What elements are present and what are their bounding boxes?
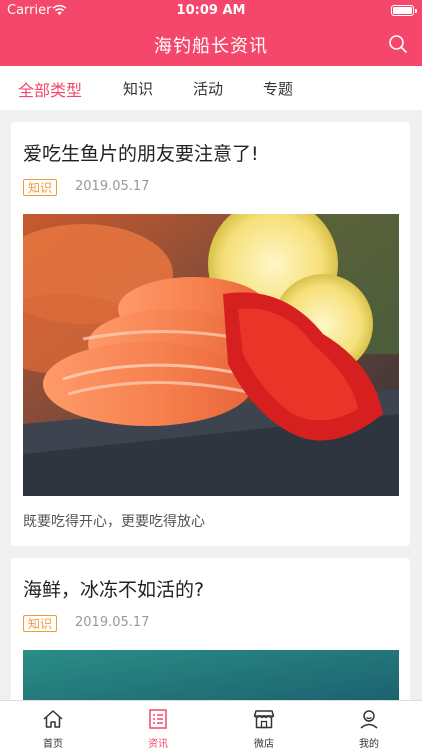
nav-home[interactable]: 首页 xyxy=(11,701,95,751)
tab-all-types[interactable]: 全部类型 xyxy=(18,77,82,101)
article-tag: 知识 xyxy=(23,179,58,196)
nav-shop-label: 微店 xyxy=(254,739,274,750)
nav-profile-label: 我的 xyxy=(359,739,379,750)
shop-icon xyxy=(253,710,275,729)
article-title[interactable]: 海鲜，冰冻不如活的? xyxy=(23,575,204,602)
home-icon xyxy=(43,710,63,728)
article-card[interactable]: 海鲜，冰冻不如活的? 知识 2019.05.17 xyxy=(11,558,410,718)
article-card[interactable]: 爱吃生鱼片的朋友要注意了! 知识 2019.05.17 既要吃得开心，更要吃得放… xyxy=(11,122,410,546)
article-title[interactable]: 爱吃生鱼片的朋友要注意了! xyxy=(23,139,259,166)
nav-shop[interactable]: 微店 xyxy=(222,701,306,751)
article-tag: 知识 xyxy=(23,615,58,632)
tab-knowledge[interactable]: 知识 xyxy=(123,78,153,99)
nav-news[interactable]: 资讯 xyxy=(116,701,200,751)
article-date: 2019.05.17 xyxy=(75,615,150,630)
category-tabs: 全部类型 知识 活动 专题 xyxy=(0,66,422,110)
search-icon[interactable] xyxy=(388,34,408,54)
article-date: 2019.05.17 xyxy=(75,179,150,194)
article-summary: 既要吃得开心，更要吃得放心 xyxy=(23,514,205,530)
status-time: 10:09 AM xyxy=(176,3,246,18)
nav-home-label: 首页 xyxy=(43,739,63,750)
page-title: 海钓船长资讯 xyxy=(154,36,268,57)
news-list-icon xyxy=(149,709,167,729)
profile-icon xyxy=(360,710,378,729)
top-bar: Carrier 10:09 AM 海钓船长资讯 xyxy=(0,0,422,66)
tab-events[interactable]: 活动 xyxy=(193,78,223,99)
status-bar: Carrier 10:09 AM xyxy=(0,0,422,22)
article-image-sashimi[interactable] xyxy=(23,214,399,496)
bottom-nav: 首页 资讯 微店 我的 xyxy=(0,700,422,751)
tab-topics[interactable]: 专题 xyxy=(263,78,293,99)
nav-profile[interactable]: 我的 xyxy=(327,701,411,751)
nav-news-label: 资讯 xyxy=(148,739,168,750)
battery-icon xyxy=(391,5,417,16)
